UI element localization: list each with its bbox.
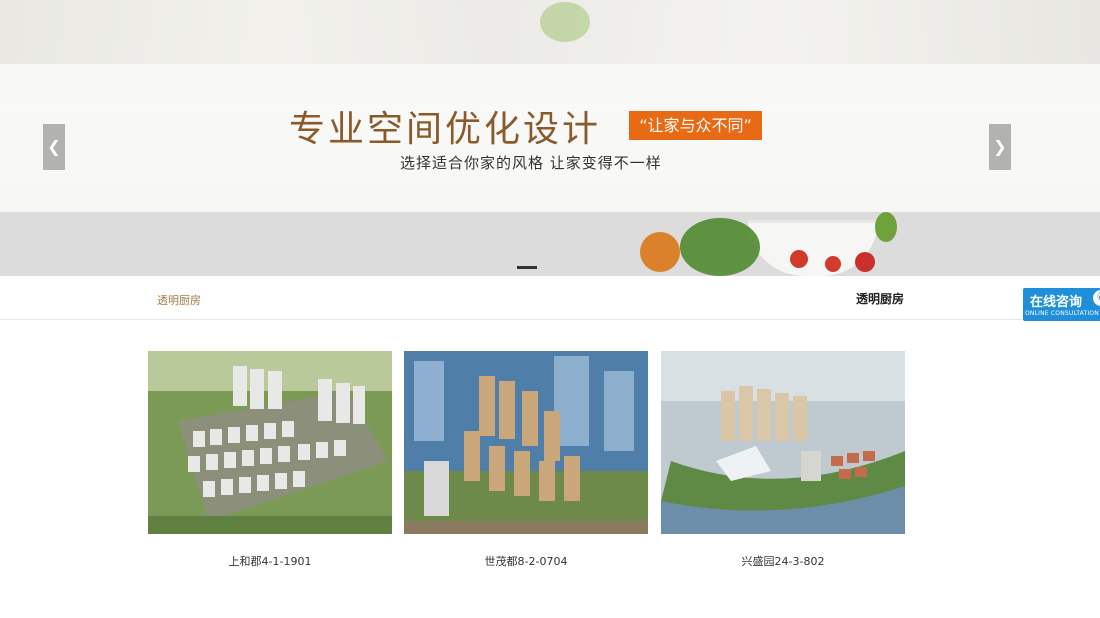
vegetable-graphic <box>640 232 680 272</box>
slide-indicator[interactable] <box>517 266 537 269</box>
hero-banner: 专业空间优化设计 “让家与众不同” 选择适合你家的风格 让家变得不一样 ❮ ❯ <box>0 0 1100 276</box>
phone-icon: ✆ <box>1093 290 1100 306</box>
project-card[interactable]: 世茂都8-2-0704 <box>404 351 648 569</box>
category-bar: 透明厨房 透明厨房 <box>0 276 1100 320</box>
banner-title: 专业空间优化设计 <box>289 109 602 150</box>
project-image[interactable] <box>404 351 648 534</box>
banner-bottom-strip <box>0 212 1100 276</box>
banner-prev-button[interactable]: ❮ <box>43 124 65 170</box>
project-card[interactable]: 兴盛园24-3-802 <box>661 351 905 569</box>
chevron-left-icon: ❮ <box>47 137 61 156</box>
vegetable-graphic <box>540 2 590 42</box>
category-heading: 透明厨房 <box>856 292 905 306</box>
aerial-render-image <box>404 351 648 534</box>
consult-title: 在线咨询 <box>1030 295 1083 310</box>
project-image[interactable] <box>661 351 905 534</box>
aerial-render-image <box>661 351 905 534</box>
project-image[interactable] <box>148 351 392 534</box>
tomato-graphic <box>790 250 808 268</box>
project-name[interactable]: 上和郡4-1-1901 <box>148 553 392 569</box>
tomato-graphic <box>825 256 841 272</box>
vegetable-graphic <box>680 218 760 276</box>
project-name[interactable]: 世茂都8-2-0704 <box>404 553 648 569</box>
aerial-render-image <box>148 351 392 534</box>
banner-next-button[interactable]: ❯ <box>989 124 1011 170</box>
project-card[interactable]: 上和郡4-1-1901 <box>148 351 392 569</box>
leaf-graphic <box>875 212 897 242</box>
banner-tag: “让家与众不同” <box>629 111 762 140</box>
project-name[interactable]: 兴盛园24-3-802 <box>661 553 905 569</box>
banner-subtitle: 选择适合你家的风格 让家变得不一样 <box>400 154 662 172</box>
chevron-right-icon: ❯ <box>993 137 1007 156</box>
tomato-graphic <box>855 252 875 272</box>
consult-subtitle: ONLINE CONSULTATION <box>1025 310 1099 317</box>
online-consultation-button[interactable]: 在线咨询 ONLINE CONSULTATION ✆ <box>1023 288 1100 321</box>
category-link[interactable]: 透明厨房 <box>157 292 201 308</box>
